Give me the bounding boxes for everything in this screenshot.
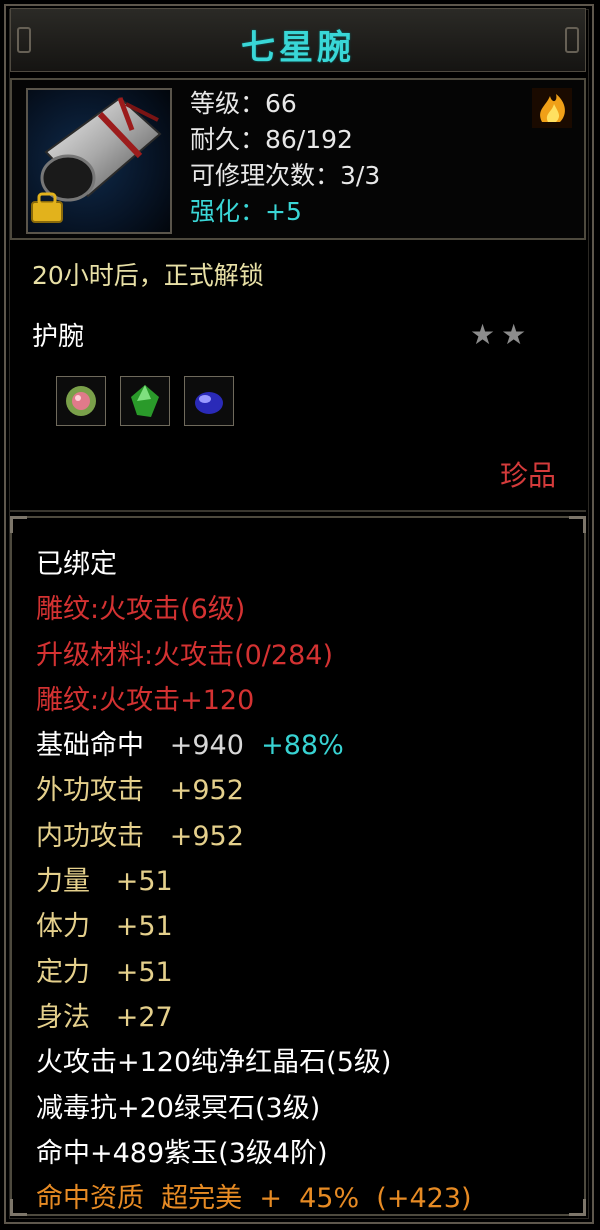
strength-line: 力量 +51	[36, 859, 472, 904]
agility-line: 身法 +27	[36, 995, 472, 1040]
focus-line: 定力 +51	[36, 950, 472, 995]
enhance-stat: 强化：+5	[190, 197, 302, 226]
item-header: 等级：66 耐久：86/192 可修理次数：3/3 强化：+5	[10, 78, 586, 240]
gem-bonus-2: 减毒抗+20绿冥石(3级)	[36, 1092, 321, 1124]
outer-attack-line: 外功攻击 +952	[36, 768, 472, 813]
inner-attack-line: 内功攻击 +952	[36, 814, 472, 859]
unlock-countdown: 20小时后，正式解锁	[32, 261, 264, 290]
green-gem-icon	[131, 385, 159, 417]
item-name: 七星腕	[241, 28, 355, 68]
blue-gem-icon	[195, 392, 223, 414]
corner-ornament	[569, 516, 586, 533]
quality-label: 珍品	[499, 459, 556, 492]
attributes-panel: 已绑定 雕纹:火攻击(6级) 升级材料:火攻击(0/284) 雕纹:火攻击+12…	[10, 516, 586, 1216]
corner-ornament	[10, 516, 27, 533]
outer-attack-value: +952	[169, 775, 244, 807]
gem-socket-1[interactable]	[56, 376, 106, 426]
repair-count-stat: 可修理次数：3/3	[190, 161, 381, 190]
engrave-line: 雕纹:火攻击(6级)	[36, 594, 246, 626]
inner-attack-value: +952	[169, 820, 244, 852]
focus-value: +51	[115, 956, 173, 988]
upgrade-material-line: 升级材料:火攻击(0/284)	[36, 639, 333, 671]
engrave-bonus-line: 雕纹:火攻击+120	[36, 684, 255, 716]
attribute-list: 已绑定 雕纹:火攻击(6级) 升级材料:火攻击(0/284) 雕纹:火攻击+12…	[36, 542, 472, 1221]
gem-socket-2[interactable]	[120, 376, 170, 426]
corner-ornament	[10, 1199, 27, 1216]
gem-bonus-1: 火攻击+120纯净红晶石(5级)	[36, 1047, 392, 1079]
strength-label: 力量	[36, 866, 90, 898]
base-hit-line: 基础命中 +940 +88%	[36, 723, 472, 768]
stamina-value: +51	[115, 911, 173, 943]
corner-ornament	[569, 1199, 586, 1216]
pink-gem-icon	[66, 386, 96, 416]
section-divider	[10, 510, 586, 512]
star-rating: ★★	[470, 318, 533, 351]
equipment-slot-type: 护腕	[32, 322, 85, 352]
durability-stat: 耐久：86/192	[190, 125, 353, 154]
strength-value: +51	[115, 866, 173, 898]
agility-label: 身法	[36, 1001, 90, 1033]
bracer-icon	[31, 96, 162, 223]
item-icon[interactable]	[26, 88, 172, 234]
hit-aptitude-line: 命中资质 超完美 + 45% (+423)	[36, 1183, 472, 1215]
bound-status: 已绑定	[36, 549, 117, 580]
level-stat: 等级：66	[190, 89, 297, 118]
inner-attack-label: 内功攻击	[36, 820, 144, 852]
fire-attribute-icon	[532, 88, 572, 128]
title-bar: 七星腕	[10, 8, 586, 72]
base-hit-percent: +88%	[261, 730, 344, 762]
stamina-line: 体力 +51	[36, 904, 472, 949]
base-hit-label: 基础命中	[36, 730, 144, 762]
outer-attack-label: 外功攻击	[36, 775, 144, 807]
gem-bonus-3: 命中+489紫玉(3级4阶)	[36, 1137, 328, 1169]
stamina-label: 体力	[36, 911, 90, 943]
title-ornament-right	[565, 27, 579, 53]
item-stats: 等级：66 耐久：86/192 可修理次数：3/3 强化：+5	[190, 86, 380, 230]
focus-label: 定力	[36, 956, 90, 988]
agility-value: +27	[115, 1001, 173, 1033]
base-hit-value: +940	[169, 730, 244, 762]
gem-socket-3[interactable]	[184, 376, 234, 426]
